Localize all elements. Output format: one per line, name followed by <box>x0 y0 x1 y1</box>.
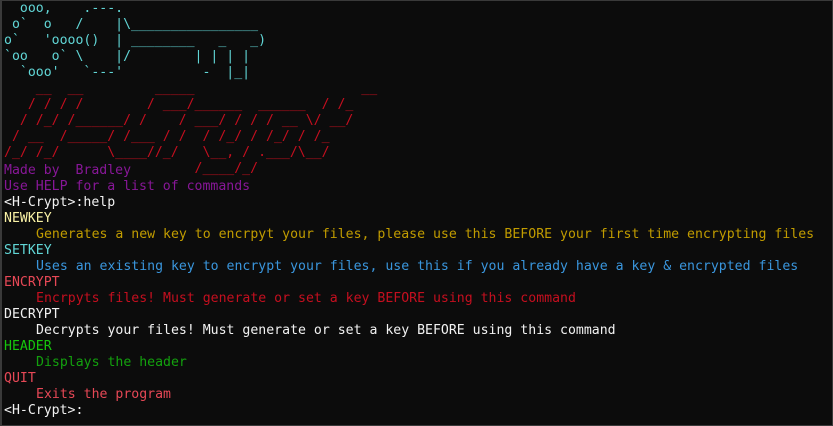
command-name-quit: QUIT <box>4 371 36 386</box>
command-desc-newkey: Generates a new key to encrpyt your file… <box>36 227 815 242</box>
terminal-window[interactable]: ooo, .---. o` o / |\________________ o` … <box>0 0 833 426</box>
command-desc-encrypt: Encrpyts files! Must generate or set a k… <box>36 291 576 306</box>
prompt-input-line[interactable]: <H-Crypt>: <box>4 403 83 419</box>
command-desc-quit: Exits the program <box>36 387 171 402</box>
command-desc-setkey: Uses an existing key to encrypt your fil… <box>36 259 799 274</box>
command-desc-decrypt: Decrypts your files! Must generate or se… <box>36 323 616 338</box>
command-name-newkey: NEWKEY <box>4 211 52 226</box>
command-name-header: HEADER <box>4 339 52 354</box>
command-name-encrypt: ENCRYPT <box>4 275 60 290</box>
command-name-decrypt: DECRYPT <box>4 307 60 322</box>
command-desc-header: Displays the header <box>36 355 187 370</box>
command-name-setkey: SETKEY <box>4 243 52 258</box>
prompt-help-line: <H-Crypt>:help <box>4 195 116 210</box>
key-ascii-art: ooo, .---. o` o / |\________________ o` … <box>4 1 267 80</box>
made-by-text: Made by Bradley <box>4 163 132 178</box>
help-hint-text: Use HELP for a list of commands <box>4 179 251 194</box>
